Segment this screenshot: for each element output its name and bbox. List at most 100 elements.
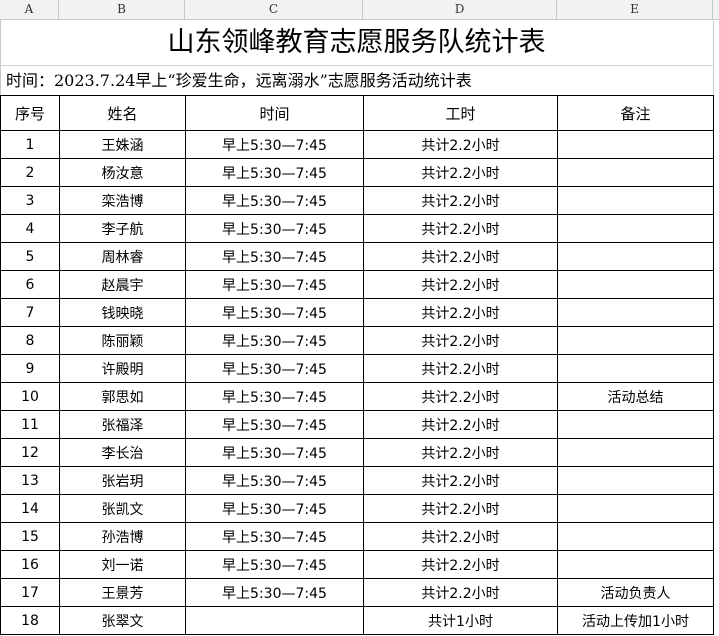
cell-name[interactable]: 张岩玥 [59, 466, 186, 495]
cell-index[interactable]: 2 [0, 158, 60, 187]
cell-name[interactable]: 栾浩博 [59, 186, 186, 215]
cell-hours[interactable]: 共计2.2小时 [363, 438, 558, 467]
cell-name[interactable]: 张福泽 [59, 410, 186, 439]
cell-time[interactable]: 早上5:30—7:45 [185, 578, 364, 607]
cell-notes[interactable] [557, 494, 714, 523]
cell-notes[interactable] [557, 214, 714, 243]
cell-index[interactable]: 16 [0, 550, 60, 579]
cell-index[interactable]: 12 [0, 438, 60, 467]
header-cell-time[interactable]: 时间 [185, 95, 364, 131]
cell-notes[interactable]: 活动负责人 [557, 578, 714, 607]
cell-hours[interactable]: 共计2.2小时 [363, 242, 558, 271]
sheet-title[interactable]: 山东领峰教育志愿服务队统计表 [0, 20, 713, 66]
cell-time[interactable]: 早上5:30—7:45 [185, 550, 364, 579]
cell-hours[interactable]: 共计2.2小时 [363, 298, 558, 327]
cell-hours[interactable]: 共计2.2小时 [363, 326, 558, 355]
cell-notes[interactable] [557, 354, 714, 383]
cell-notes[interactable] [557, 130, 714, 159]
cell-notes[interactable] [557, 410, 714, 439]
cell-name[interactable]: 王景芳 [59, 578, 186, 607]
cell-name[interactable]: 赵晨宇 [59, 270, 186, 299]
cell-time[interactable] [185, 606, 364, 635]
cell-notes[interactable] [557, 158, 714, 187]
cell-time[interactable]: 早上5:30—7:45 [185, 214, 364, 243]
cell-name[interactable]: 孙浩博 [59, 522, 186, 551]
cell-name[interactable]: 陈丽颖 [59, 326, 186, 355]
sheet-subtitle[interactable]: 时间：2023.7.24早上“珍爱生命，远离溺水”志愿服务活动统计表 [6, 66, 706, 95]
column-header-d[interactable]: D [363, 0, 557, 19]
cell-notes[interactable] [557, 326, 714, 355]
cell-time[interactable]: 早上5:30—7:45 [185, 158, 364, 187]
cell-hours[interactable]: 共计2.2小时 [363, 214, 558, 243]
cell-name[interactable]: 刘一诺 [59, 550, 186, 579]
cell-hours[interactable]: 共计2.2小时 [363, 578, 558, 607]
cell-name[interactable]: 许殿明 [59, 354, 186, 383]
cell-name[interactable]: 李长治 [59, 438, 186, 467]
cell-index[interactable]: 5 [0, 242, 60, 271]
cell-notes[interactable] [557, 242, 714, 271]
cell-notes[interactable]: 活动上传加1小时 [557, 606, 714, 635]
header-cell-notes[interactable]: 备注 [557, 95, 714, 131]
cell-hours[interactable]: 共计2.2小时 [363, 410, 558, 439]
cell-index[interactable]: 4 [0, 214, 60, 243]
cell-time[interactable]: 早上5:30—7:45 [185, 326, 364, 355]
cell-time[interactable]: 早上5:30—7:45 [185, 186, 364, 215]
cell-hours[interactable]: 共计1小时 [363, 606, 558, 635]
cell-hours[interactable]: 共计2.2小时 [363, 382, 558, 411]
cell-name[interactable]: 张凯文 [59, 494, 186, 523]
cell-index[interactable]: 3 [0, 186, 60, 215]
cell-notes[interactable] [557, 466, 714, 495]
cell-index[interactable]: 10 [0, 382, 60, 411]
cell-name[interactable]: 杨汝意 [59, 158, 186, 187]
cell-time[interactable]: 早上5:30—7:45 [185, 438, 364, 467]
cell-notes[interactable] [557, 522, 714, 551]
cell-index[interactable]: 15 [0, 522, 60, 551]
column-header-e[interactable]: E [557, 0, 713, 19]
cell-index[interactable]: 11 [0, 410, 60, 439]
cell-hours[interactable]: 共计2.2小时 [363, 550, 558, 579]
cell-time[interactable]: 早上5:30—7:45 [185, 494, 364, 523]
column-header-a[interactable]: A [0, 0, 59, 19]
cell-time[interactable]: 早上5:30—7:45 [185, 522, 364, 551]
column-header-b[interactable]: B [59, 0, 185, 19]
cell-time[interactable]: 早上5:30—7:45 [185, 298, 364, 327]
cell-index[interactable]: 7 [0, 298, 60, 327]
cell-name[interactable]: 周林睿 [59, 242, 186, 271]
cell-index[interactable]: 18 [0, 606, 60, 635]
cell-name[interactable]: 张翠文 [59, 606, 186, 635]
cell-notes[interactable] [557, 550, 714, 579]
header-cell-hours[interactable]: 工时 [363, 95, 558, 131]
cell-name[interactable]: 王姝涵 [59, 130, 186, 159]
cell-name[interactable]: 郭思如 [59, 382, 186, 411]
cell-time[interactable]: 早上5:30—7:45 [185, 130, 364, 159]
cell-name[interactable]: 钱映晓 [59, 298, 186, 327]
cell-notes[interactable] [557, 186, 714, 215]
cell-hours[interactable]: 共计2.2小时 [363, 354, 558, 383]
cell-index[interactable]: 17 [0, 578, 60, 607]
cell-time[interactable]: 早上5:30—7:45 [185, 270, 364, 299]
cell-hours[interactable]: 共计2.2小时 [363, 158, 558, 187]
column-header-c[interactable]: C [185, 0, 363, 19]
cell-time[interactable]: 早上5:30—7:45 [185, 242, 364, 271]
cell-notes[interactable] [557, 270, 714, 299]
header-cell-index[interactable]: 序号 [0, 95, 60, 131]
cell-hours[interactable]: 共计2.2小时 [363, 130, 558, 159]
cell-index[interactable]: 14 [0, 494, 60, 523]
cell-hours[interactable]: 共计2.2小时 [363, 270, 558, 299]
cell-hours[interactable]: 共计2.2小时 [363, 494, 558, 523]
cell-index[interactable]: 9 [0, 354, 60, 383]
cell-time[interactable]: 早上5:30—7:45 [185, 382, 364, 411]
cell-time[interactable]: 早上5:30—7:45 [185, 354, 364, 383]
cell-index[interactable]: 13 [0, 466, 60, 495]
cell-notes[interactable]: 活动总结 [557, 382, 714, 411]
cell-hours[interactable]: 共计2.2小时 [363, 186, 558, 215]
cell-index[interactable]: 8 [0, 326, 60, 355]
cell-name[interactable]: 李子航 [59, 214, 186, 243]
cell-notes[interactable] [557, 438, 714, 467]
cell-hours[interactable]: 共计2.2小时 [363, 522, 558, 551]
cell-hours[interactable]: 共计2.2小时 [363, 466, 558, 495]
header-cell-name[interactable]: 姓名 [59, 95, 186, 131]
cell-index[interactable]: 1 [0, 130, 60, 159]
cell-time[interactable]: 早上5:30—7:45 [185, 410, 364, 439]
cell-notes[interactable] [557, 298, 714, 327]
